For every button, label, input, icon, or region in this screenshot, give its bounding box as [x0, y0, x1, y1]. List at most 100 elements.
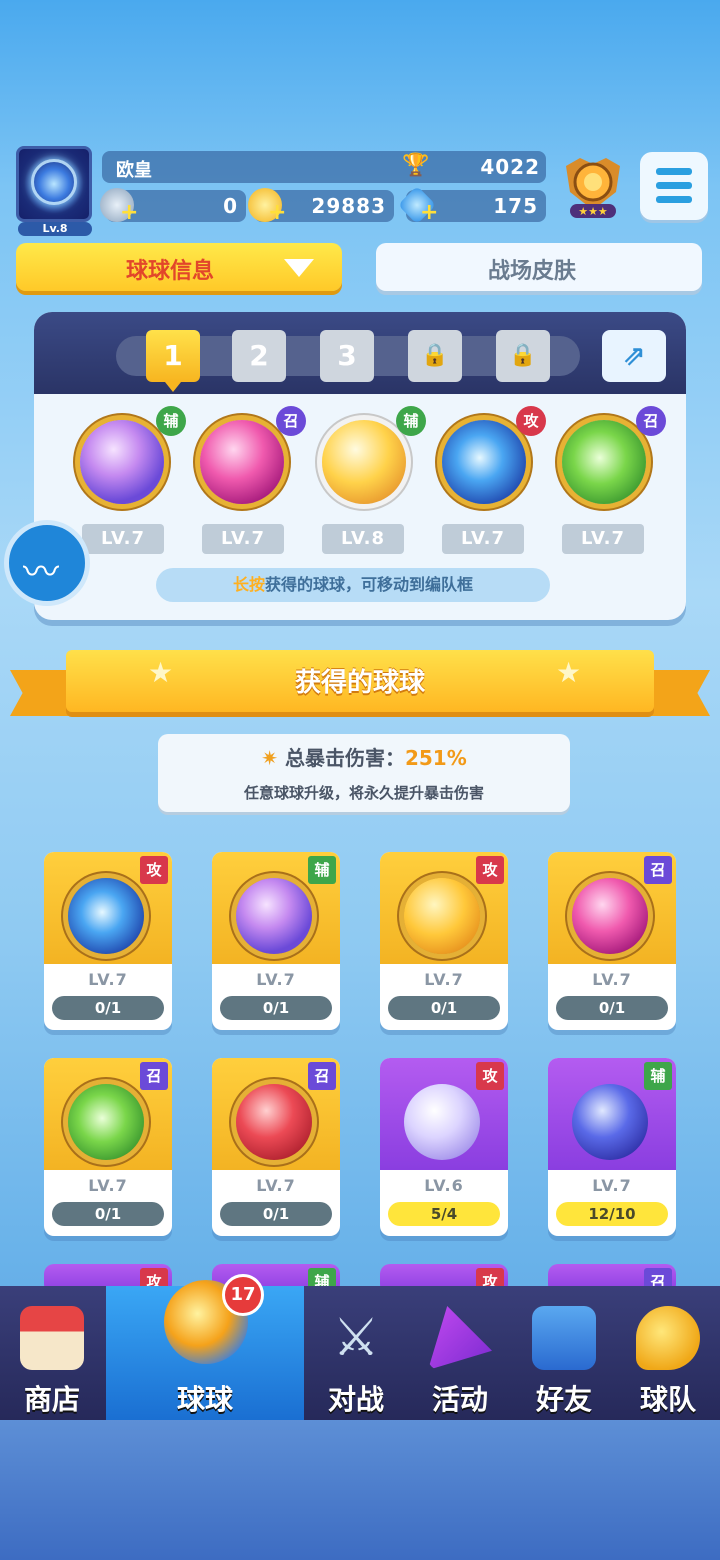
ball-icon [572, 1084, 648, 1160]
ball-level: LV.7 [424, 970, 464, 989]
wave-icon: 〰 [23, 552, 60, 593]
nav-shop-label: 商店 [23, 1383, 80, 1416]
lineup-slot-1[interactable]: 1 [146, 330, 200, 392]
ball-type-tag: 辅 [644, 1062, 672, 1090]
ball-icon [236, 878, 312, 954]
lineup-hint: 长按获得的球球，可移动到编队框 [156, 568, 550, 602]
nav-balls-label: 球球 [176, 1383, 233, 1416]
ball-progress: 0/1 [52, 996, 164, 1020]
lineup-ball-4[interactable] [442, 420, 526, 504]
gem-value: 175 [493, 194, 538, 218]
player-name-bar: 欧皇 🏆 4022 [102, 151, 546, 183]
ball-progress: 12/10 [556, 1202, 668, 1226]
ball-progress: 5/4 [388, 1202, 500, 1226]
tab-battle-skins[interactable]: 战场皮肤 [376, 243, 702, 291]
ball-card[interactable]: 攻 LV.7 0/1 [380, 852, 508, 1030]
tab-ball-info[interactable]: 球球信息 [16, 243, 342, 291]
nav-friends[interactable]: 好友 [512, 1286, 616, 1420]
nav-shop[interactable]: 商店 [0, 1286, 104, 1420]
ball-type-tag: 攻 [476, 856, 504, 884]
add-gem-icon[interactable]: + [420, 202, 438, 224]
gold-value: 29883 [311, 194, 386, 218]
lineup-ball-level: LV.8 [322, 524, 404, 554]
lineup-ball-5[interactable] [562, 420, 646, 504]
ball-icon [236, 1084, 312, 1160]
ball-card[interactable]: 攻 LV.6 5/4 [380, 1058, 508, 1236]
ball-card[interactable]: 召 LV.7 0/1 [44, 1058, 172, 1236]
obtained-balls-ribbon: ★ ★ 获得的球球 [10, 650, 710, 722]
lineup-ball-level: LV.7 [442, 524, 524, 554]
ball-card[interactable]: 辅 LV.7 0/1 [212, 852, 340, 1030]
crit-icon: ✷ [261, 746, 285, 770]
silver-currency[interactable]: + 0 [100, 188, 246, 224]
share-icon: ⇗ [622, 339, 646, 372]
ball-level: LV.7 [88, 1176, 128, 1195]
add-silver-icon[interactable]: + [120, 202, 138, 224]
lineup-slot-locked-5[interactable]: 🔒 [496, 330, 550, 382]
crit-description: 任意球球升级，将永久提升暴击伤害 [243, 784, 484, 802]
ball-level: LV.7 [88, 970, 128, 989]
lineup-ball-tag: 召 [636, 406, 666, 436]
slot-number: 1 [163, 339, 183, 372]
hint-highlight: 长按 [232, 575, 265, 594]
lineup-slot-locked-4[interactable]: 🔒 [408, 330, 462, 382]
slot-pointer [165, 382, 181, 392]
ball-level: LV.6 [424, 1176, 464, 1195]
ball-icon [404, 878, 480, 954]
bottom-nav: 商店 球球 ⚔ 对战 活动 好友 球队 [0, 1280, 720, 1420]
lineup-ball-tag: 辅 [156, 406, 186, 436]
player-avatar[interactable] [16, 146, 92, 222]
share-button[interactable]: ⇗ [602, 330, 666, 382]
lock-icon: 🔒 [421, 343, 449, 368]
gem-currency[interactable]: + 175 [397, 185, 546, 225]
avatar-orb-icon [31, 159, 77, 205]
lineup-ball-2[interactable] [200, 420, 284, 504]
crit-label: 总暴击伤害： [284, 746, 405, 770]
nav-team-label: 球队 [639, 1383, 696, 1416]
slot-number: 3 [337, 339, 357, 372]
gold-currency[interactable]: + 29883 [248, 188, 394, 224]
ball-progress: 0/1 [220, 1202, 332, 1226]
lineup-ball-tag: 召 [276, 406, 306, 436]
add-gold-icon[interactable]: + [268, 202, 286, 224]
nav-events-label: 活动 [431, 1383, 488, 1416]
ball-type-tag: 辅 [308, 856, 336, 884]
trophy-icon: 🏆 [402, 153, 430, 178]
player-name: 欧皇 [116, 160, 152, 181]
ball-type-tag: 召 [140, 1062, 168, 1090]
ball-type-tag: 攻 [140, 856, 168, 884]
lineup-ball-level: LV.7 [562, 524, 644, 554]
tab-ball-info-label: 球球信息 [126, 259, 215, 284]
nav-balls[interactable]: 球球 [106, 1280, 304, 1420]
ball-type-tag: 召 [644, 856, 672, 884]
ball-level: LV.7 [256, 970, 296, 989]
svg-text:★★★: ★★★ [578, 205, 608, 218]
lineup-ball-3[interactable] [322, 420, 406, 504]
balls-notification-badge: 17 [222, 1274, 264, 1316]
ball-card[interactable]: 攻 LV.7 0/1 [44, 852, 172, 1030]
whistle-icon [636, 1306, 700, 1370]
lineup-ball-1[interactable] [80, 420, 164, 504]
nav-battle[interactable]: ⚔ 对战 [304, 1286, 408, 1420]
ball-progress: 0/1 [556, 996, 668, 1020]
lock-icon: 🔒 [509, 343, 537, 368]
ball-progress: 0/1 [220, 996, 332, 1020]
shop-icon [20, 1306, 84, 1370]
ball-level: LV.7 [592, 1176, 632, 1195]
crit-damage-card: ✷ 总暴击伤害：251% 任意球球升级，将永久提升暴击伤害 [158, 734, 570, 812]
nav-battle-label: 对战 [327, 1383, 384, 1416]
friends-book-icon [532, 1306, 596, 1370]
lineup-ball-tag: 辅 [396, 406, 426, 436]
ball-card[interactable]: 召 LV.7 0/1 [548, 852, 676, 1030]
menu-button[interactable] [640, 152, 708, 220]
side-wave-button[interactable]: 〰 [4, 520, 90, 606]
nav-team[interactable]: 球队 [616, 1286, 720, 1420]
crit-line: ✷ 总暴击伤害：251% [158, 742, 570, 771]
ball-card[interactable]: 辅 LV.7 12/10 [548, 1058, 676, 1236]
nav-events[interactable]: 活动 [408, 1286, 512, 1420]
lineup-slot-2[interactable]: 2 [232, 330, 286, 382]
lineup-slot-3[interactable]: 3 [320, 330, 374, 382]
rank-medal-icon[interactable]: ★★★ [560, 152, 626, 222]
menu-icon-line [656, 182, 692, 189]
ball-card[interactable]: 召 LV.7 0/1 [212, 1058, 340, 1236]
